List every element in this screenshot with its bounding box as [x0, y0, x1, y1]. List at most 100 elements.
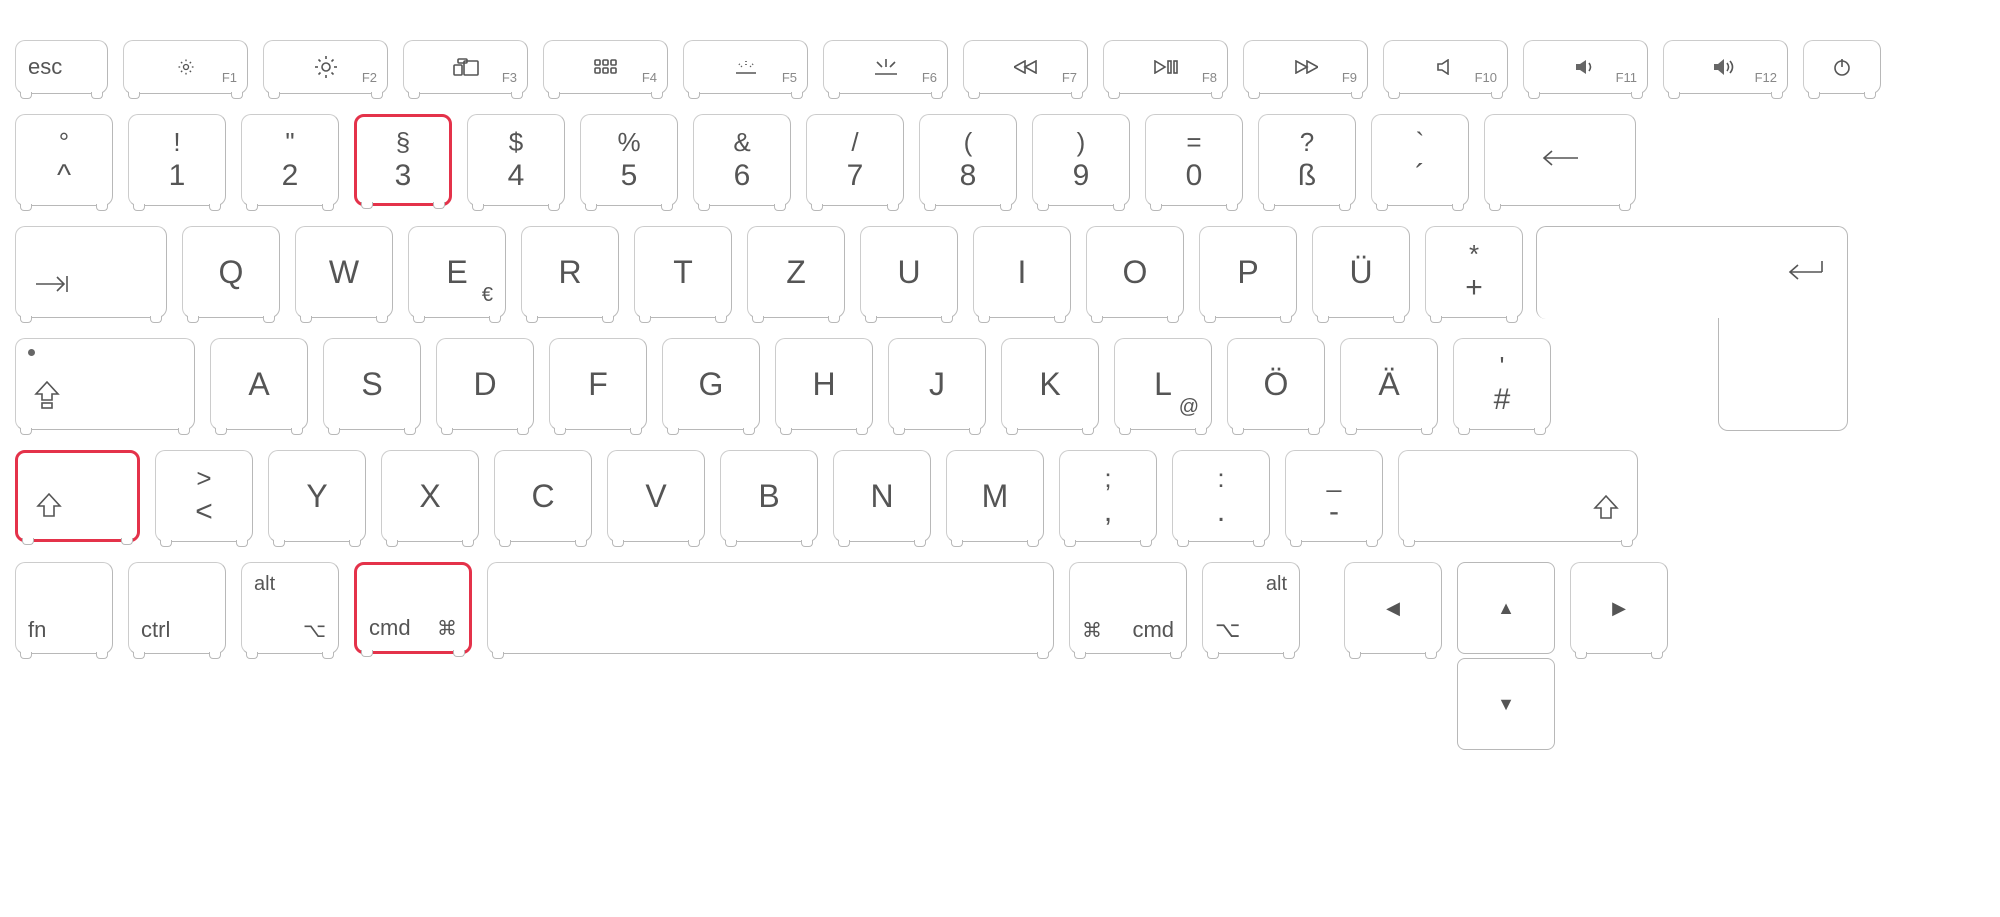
key-f10[interactable]: F10: [1383, 40, 1508, 94]
key-f4[interactable]: F4: [543, 40, 668, 94]
key-y[interactable]: Y: [268, 450, 366, 542]
key-f6[interactable]: F6: [823, 40, 948, 94]
key-upper: ?: [1300, 129, 1314, 155]
key-f8[interactable]: F8: [1103, 40, 1228, 94]
key-ae[interactable]: Ä: [1340, 338, 1438, 430]
key-upper: ;: [1104, 465, 1111, 491]
key-minus[interactable]: _-: [1285, 450, 1383, 542]
key-sz[interactable]: ?ß: [1258, 114, 1356, 206]
key-f12[interactable]: F12: [1663, 40, 1788, 94]
key-d[interactable]: D: [436, 338, 534, 430]
key-s[interactable]: S: [323, 338, 421, 430]
key-f[interactable]: F: [549, 338, 647, 430]
fn-label: F4: [642, 70, 657, 85]
key-f11[interactable]: F11: [1523, 40, 1648, 94]
key-lower: <: [195, 497, 213, 527]
key-acute[interactable]: `´: [1371, 114, 1469, 206]
key-b[interactable]: B: [720, 450, 818, 542]
key-caret[interactable]: °^: [15, 114, 113, 206]
key-alt-right[interactable]: alt ⌥: [1202, 562, 1300, 654]
key-a[interactable]: A: [210, 338, 308, 430]
key-period[interactable]: :.: [1172, 450, 1270, 542]
key-arrow-left[interactable]: ◀: [1344, 562, 1442, 654]
key-v[interactable]: V: [607, 450, 705, 542]
key-ctrl[interactable]: ctrl: [128, 562, 226, 654]
key-hash[interactable]: '#: [1453, 338, 1551, 430]
key-comma[interactable]: ;,: [1059, 450, 1157, 542]
key-lower: 1: [169, 161, 186, 191]
enter-icon: [1788, 256, 1828, 293]
key-j[interactable]: J: [888, 338, 986, 430]
key-3[interactable]: §3: [354, 114, 452, 206]
key-x[interactable]: X: [381, 450, 479, 542]
key-upper: !: [173, 129, 180, 155]
key-7[interactable]: /7: [806, 114, 904, 206]
option-icon: ⌥: [1215, 617, 1240, 643]
key-alt-left[interactable]: alt ⌥: [241, 562, 339, 654]
key-ue[interactable]: Ü: [1312, 226, 1410, 318]
key-lower: 3: [395, 161, 412, 191]
key-0[interactable]: =0: [1145, 114, 1243, 206]
key-arrow-right[interactable]: ▶: [1570, 562, 1668, 654]
key-4[interactable]: $4: [467, 114, 565, 206]
key-q[interactable]: Q: [182, 226, 280, 318]
key-upper: ": [285, 129, 294, 155]
key-angle[interactable]: ><: [155, 450, 253, 542]
key-fn[interactable]: fn: [15, 562, 113, 654]
key-label: H: [812, 366, 835, 403]
key-g[interactable]: G: [662, 338, 760, 430]
key-label: M: [982, 478, 1009, 515]
row-modifiers: fn ctrl alt ⌥ cmd ⌘ cmd ⌘ alt ⌥ ◀ ▲ ▼ ▶: [15, 562, 1985, 750]
key-o[interactable]: O: [1086, 226, 1184, 318]
key-tab[interactable]: [15, 226, 167, 318]
mute-icon: [1384, 41, 1507, 93]
key-oe[interactable]: Ö: [1227, 338, 1325, 430]
key-f3[interactable]: F3: [403, 40, 528, 94]
key-upper: %: [617, 129, 640, 155]
key-arrow-down[interactable]: ▼: [1457, 658, 1555, 750]
key-5[interactable]: %5: [580, 114, 678, 206]
key-9[interactable]: )9: [1032, 114, 1130, 206]
key-label: K: [1039, 366, 1060, 403]
key-power[interactable]: [1803, 40, 1881, 94]
key-upper: `: [1416, 129, 1425, 155]
key-r[interactable]: R: [521, 226, 619, 318]
key-e[interactable]: E€: [408, 226, 506, 318]
key-esc[interactable]: esc: [15, 40, 108, 94]
key-f2[interactable]: F2: [263, 40, 388, 94]
key-f9[interactable]: F9: [1243, 40, 1368, 94]
key-l[interactable]: L@: [1114, 338, 1212, 430]
key-label: Y: [306, 478, 327, 515]
key-8[interactable]: (8: [919, 114, 1017, 206]
key-space[interactable]: [487, 562, 1054, 654]
key-2[interactable]: "2: [241, 114, 339, 206]
key-capslock[interactable]: [15, 338, 195, 430]
key-6[interactable]: &6: [693, 114, 791, 206]
key-h[interactable]: H: [775, 338, 873, 430]
key-n[interactable]: N: [833, 450, 931, 542]
key-i[interactable]: I: [973, 226, 1071, 318]
key-u[interactable]: U: [860, 226, 958, 318]
key-shift-right[interactable]: [1398, 450, 1638, 542]
key-1[interactable]: !1: [128, 114, 226, 206]
key-f1[interactable]: F1: [123, 40, 248, 94]
key-plus[interactable]: *+: [1425, 226, 1523, 318]
fn-label: F10: [1475, 70, 1497, 85]
key-p[interactable]: P: [1199, 226, 1297, 318]
key-backspace[interactable]: [1484, 114, 1636, 206]
key-cmd-left[interactable]: cmd ⌘: [354, 562, 472, 654]
key-m[interactable]: M: [946, 450, 1044, 542]
key-f5[interactable]: F5: [683, 40, 808, 94]
key-shift-left[interactable]: [15, 450, 140, 542]
key-w[interactable]: W: [295, 226, 393, 318]
row-numbers: °^ !1 "2 §3 $4 %5 &6 /7 (8 )9 =0 ?ß `´: [15, 114, 1985, 206]
key-label: X: [419, 478, 440, 515]
key-z[interactable]: Z: [747, 226, 845, 318]
key-arrow-up[interactable]: ▲: [1457, 562, 1555, 654]
key-cmd-right[interactable]: cmd ⌘: [1069, 562, 1187, 654]
key-k[interactable]: K: [1001, 338, 1099, 430]
key-c[interactable]: C: [494, 450, 592, 542]
key-t[interactable]: T: [634, 226, 732, 318]
key-enter[interactable]: [1538, 226, 1848, 318]
key-f7[interactable]: F7: [963, 40, 1088, 94]
